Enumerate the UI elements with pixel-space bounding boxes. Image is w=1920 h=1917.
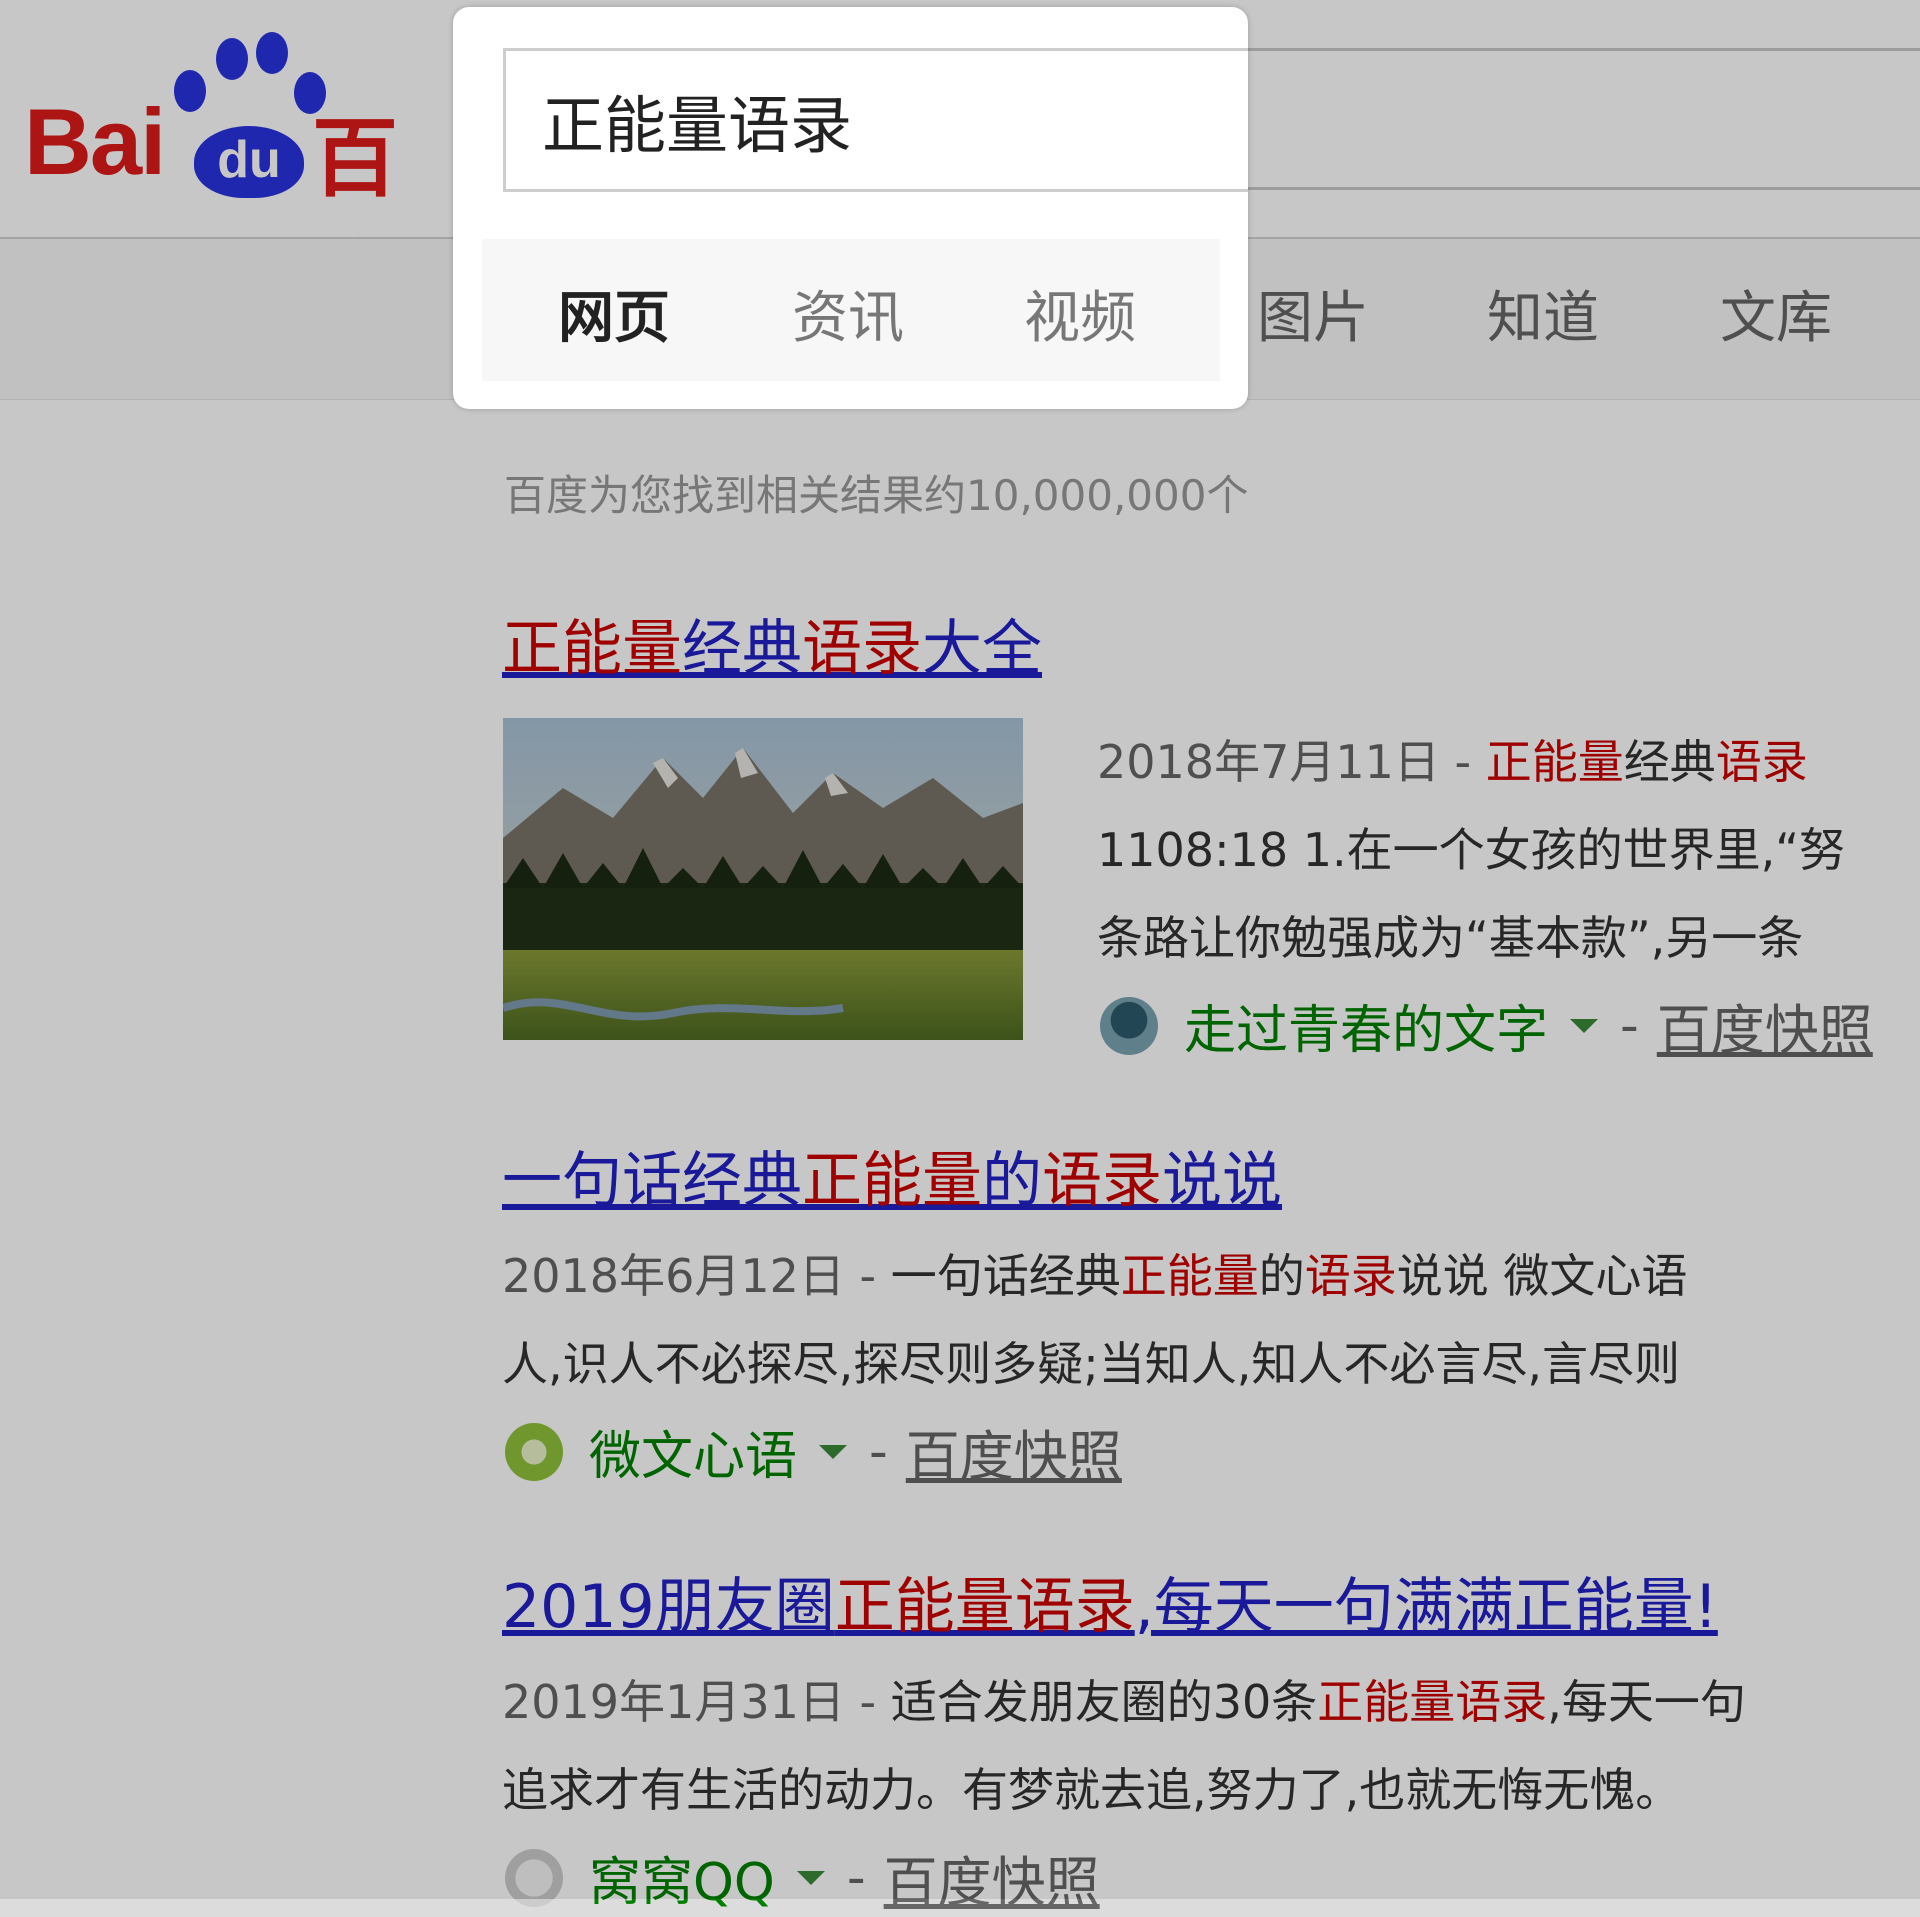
- source-name-link[interactable]: 走过青春的文字: [1184, 988, 1548, 1063]
- dropdown-caret-icon[interactable]: [819, 1444, 848, 1459]
- snippet-text: 经典: [1623, 735, 1716, 789]
- tab-images[interactable]: 图片: [1257, 273, 1369, 354]
- title-highlight: 语录: [1042, 1146, 1162, 1216]
- dropdown-caret-icon[interactable]: [1570, 1018, 1599, 1033]
- result-3-line-2: 追求才有生活的动力。有梦就去追,努力了,也就无悔无愧。: [502, 1763, 1682, 1817]
- result-title-1[interactable]: 正能量经典语录大全: [502, 600, 1042, 687]
- title-text: 经典: [682, 614, 802, 684]
- result-count: 百度为您找到相关结果约10,000,000个: [504, 471, 1249, 520]
- paw-toe: [256, 32, 288, 74]
- search-box-background: [1228, 48, 1920, 190]
- title-highlight: 正能量语录: [834, 1572, 1135, 1642]
- logo-paw-du: du: [194, 126, 304, 198]
- paw-toe: [174, 70, 206, 112]
- tab-wenku[interactable]: 文库: [1720, 273, 1832, 354]
- snippet-text: 的: [1258, 1249, 1305, 1303]
- snippet-highlight: 语录: [1715, 735, 1808, 789]
- separator: -: [869, 1421, 888, 1482]
- snippet-highlight: 正能量: [1485, 735, 1624, 789]
- title-text: ,每天一句满满正能量!: [1134, 1572, 1718, 1642]
- result-2-source-row: 微文心语 - 百度快照: [505, 1412, 1122, 1491]
- title-highlight: 正能量: [502, 614, 682, 684]
- source-avatar-icon: [505, 1422, 563, 1481]
- result-date: 2018年7月11日 -: [1097, 735, 1486, 789]
- snippet-text: 适合发朋友圈的30条: [890, 1675, 1318, 1729]
- result-3-source-row: 窝窝QQ - 百度快照: [505, 1838, 1100, 1917]
- result-1-line-3: 条路让你勉强成为“基本款”,另一条: [1097, 911, 1804, 965]
- result-date: 2018年6月12日 -: [502, 1249, 891, 1303]
- paw-toe: [216, 38, 248, 80]
- snapshot-link[interactable]: 百度快照: [1657, 986, 1873, 1065]
- snippet-highlight: 正能量: [1120, 1249, 1259, 1303]
- tab-web[interactable]: 网页: [558, 273, 670, 354]
- result-1-source-row: 走过青春的文字 - 百度快照: [1100, 986, 1873, 1065]
- source-avatar-icon: [505, 1848, 563, 1907]
- source-name-link[interactable]: 窝窝QQ: [589, 1840, 775, 1915]
- snapshot-link[interactable]: 百度快照: [906, 1412, 1122, 1491]
- snippet-text: 一句话经典: [890, 1249, 1121, 1303]
- result-1-line-1: 2018年7月11日 - 正能量经典语录: [1097, 726, 1808, 792]
- title-text: 说说: [1162, 1146, 1282, 1216]
- result-title-2[interactable]: 一句话经典正能量的语录说说: [502, 1132, 1282, 1219]
- baidu-logo[interactable]: Bai du 百度: [24, 28, 464, 334]
- result-date: 2019年1月31日 -: [502, 1675, 891, 1729]
- logo-text-bai: Bai: [24, 89, 166, 194]
- title-text: 的: [982, 1146, 1042, 1216]
- source-avatar-icon: [1100, 996, 1158, 1055]
- tab-zhidao[interactable]: 知道: [1487, 273, 1599, 354]
- tab-video[interactable]: 视频: [1024, 273, 1136, 354]
- separator: -: [1620, 995, 1639, 1056]
- dropdown-caret-icon[interactable]: [796, 1870, 825, 1885]
- source-name-link[interactable]: 微文心语: [589, 1414, 797, 1489]
- tab-news[interactable]: 资讯: [792, 273, 904, 354]
- title-text: 2019朋友圈: [502, 1572, 835, 1642]
- snapshot-link[interactable]: 百度快照: [884, 1838, 1100, 1917]
- snippet-highlight: 正能量语录: [1317, 1675, 1548, 1729]
- result-2-line-2: 人,识人不必探尽,探尽则多疑;当知人,知人不必言尽,言尽则: [502, 1337, 1680, 1391]
- result-3-line-1: 2019年1月31日 - 适合发朋友圈的30条正能量语录,每天一句: [502, 1666, 1746, 1732]
- snippet-text: 说说 微文心语: [1396, 1249, 1688, 1303]
- snippet-text: ,每天一句: [1547, 1675, 1746, 1729]
- result-2-line-1: 2018年6月12日 - 一句话经典正能量的语录说说 微文心语: [502, 1240, 1687, 1306]
- title-highlight: 正能量: [802, 1146, 982, 1216]
- result-title-3[interactable]: 2019朋友圈正能量语录,每天一句满满正能量!: [502, 1558, 1718, 1645]
- mountain-landscape-image: [503, 718, 1023, 1040]
- title-text: 一句话经典: [502, 1146, 802, 1216]
- search-input[interactable]: [503, 48, 1248, 192]
- title-text: 大全: [922, 614, 1042, 684]
- snippet-highlight: 语录: [1304, 1249, 1397, 1303]
- result-1-line-2: 1108:18 1.在一个女孩的世界里,“努: [1097, 823, 1846, 877]
- title-highlight: 语录: [802, 614, 922, 684]
- result-thumbnail[interactable]: [503, 718, 1023, 1040]
